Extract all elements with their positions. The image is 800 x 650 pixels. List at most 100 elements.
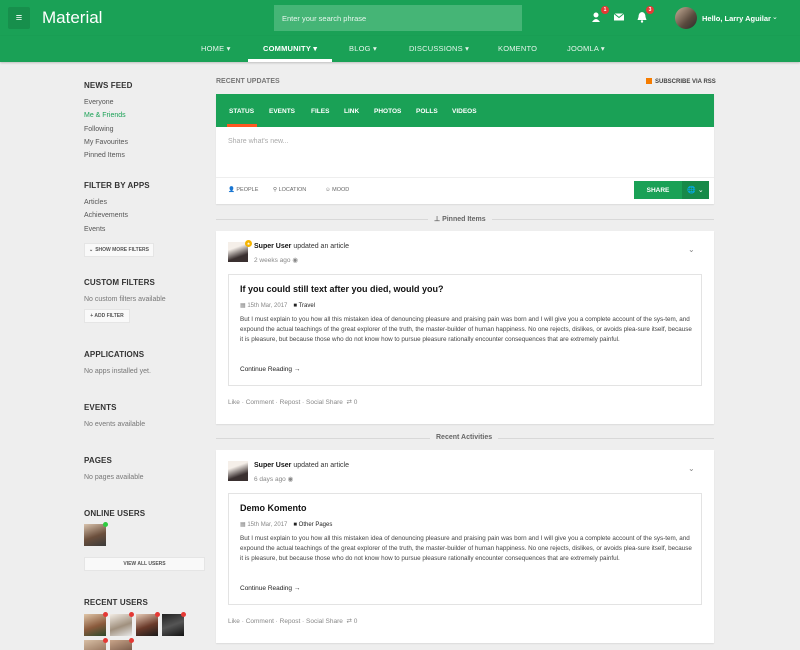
nav-community[interactable]: COMMUNITY ▾	[263, 44, 317, 53]
recent-user-avatar[interactable]	[84, 614, 106, 636]
person-icon: 👤	[228, 187, 235, 193]
messages-icon[interactable]	[613, 11, 625, 23]
status-dot	[103, 638, 108, 643]
custom-filters-heading: CUSTOM FILTERS	[84, 278, 155, 287]
nav-home[interactable]: HOME ▾	[201, 44, 231, 53]
mood-option[interactable]: ☺ MOOD	[325, 187, 349, 193]
news-feed-heading: NEWS FEED	[84, 81, 133, 90]
applications-heading: APPLICATIONS	[84, 350, 145, 359]
author-name[interactable]: Super User	[254, 243, 291, 250]
search-input[interactable]: Enter your search phrase	[274, 5, 522, 31]
custom-filters-empty: No custom filters available	[84, 296, 166, 303]
tab-photos[interactable]: PHOTOS	[374, 108, 401, 115]
chevron-down-icon[interactable]: ⌄	[688, 464, 695, 473]
nav-komento[interactable]: KOMENTO	[498, 44, 537, 53]
events-heading: EVENTS	[84, 403, 117, 412]
globe-icon: ◉	[292, 257, 298, 264]
status-dot	[103, 612, 108, 617]
nav-discussions[interactable]: DISCUSSIONS ▾	[409, 44, 469, 53]
show-more-filters-button[interactable]: ⌄ SHOW MORE FILTERS	[84, 243, 154, 257]
filter-achievements[interactable]: Achievements	[84, 212, 128, 219]
tab-videos[interactable]: VIDEOS	[452, 108, 477, 115]
continue-reading-link[interactable]: Continue Reading →	[240, 585, 300, 592]
article-title[interactable]: If you could still text after you died, …	[240, 284, 444, 294]
user-avatar[interactable]	[675, 7, 697, 29]
folder-icon: ■	[293, 303, 297, 309]
pages-empty: No pages available	[84, 474, 144, 481]
globe-icon: ◉	[287, 476, 294, 483]
feed-me-friends[interactable]: Me & Friends	[84, 112, 126, 119]
site-brand[interactable]: Material	[42, 8, 102, 28]
star-icon: ★	[245, 240, 252, 247]
article-category[interactable]: Other Pages	[299, 522, 333, 528]
smile-icon: ☺	[325, 187, 331, 193]
feed-favourites[interactable]: My Favourites	[84, 139, 128, 146]
recent-user-avatar[interactable]	[162, 614, 184, 636]
article-category[interactable]: Travel	[299, 303, 315, 309]
tab-files[interactable]: FILES	[311, 108, 329, 115]
repost-icon: ⇄	[346, 399, 352, 406]
notifications-icon[interactable]: 3	[636, 6, 654, 23]
subscribe-rss-link[interactable]: SUBSCRIBE VIA RSS	[646, 78, 716, 85]
pin-icon: ⊥	[434, 216, 441, 223]
stream-header: Super User updated an article	[254, 462, 349, 469]
article-title[interactable]: Demo Komento	[240, 503, 307, 513]
continue-reading-link[interactable]: Continue Reading →	[240, 366, 300, 373]
calendar-icon: ▦	[240, 303, 246, 309]
nav-blog[interactable]: BLOG ▾	[349, 44, 377, 53]
globe-icon: 🌐	[687, 187, 696, 194]
calendar-icon: ▦	[240, 522, 246, 528]
article-meta: ▦ 15th Mar, 2017 ■ Other Pages	[240, 522, 333, 528]
privacy-button[interactable]: 🌐 ⌄	[682, 181, 709, 199]
people-option[interactable]: 👤 PEOPLE	[228, 187, 258, 193]
applications-empty: No apps installed yet.	[84, 368, 151, 375]
online-users-heading: ONLINE USERS	[84, 509, 146, 518]
online-status-dot	[103, 522, 108, 527]
status-dot	[129, 638, 134, 643]
tab-events[interactable]: EVENTS	[269, 108, 295, 115]
stream-item: ★ Super User updated an article 2 weeks …	[216, 231, 714, 424]
top-bar: ≡ Material Enter your search phrase 1 3 …	[0, 0, 800, 36]
view-all-users-button[interactable]: VIEW ALL USERS	[84, 557, 205, 571]
article-body: But I must explain to you how all this m…	[240, 535, 692, 562]
chevron-down-icon: ⌄	[89, 247, 94, 253]
article-preview: Demo Komento ▦ 15th Mar, 2017 ■ Other Pag…	[228, 493, 702, 605]
recent-user-avatar[interactable]	[110, 614, 132, 636]
map-pin-icon: ⚲	[273, 187, 278, 193]
stream-actions[interactable]: Like · Comment · Repost · Social Share ⇄…	[228, 398, 357, 406]
recent-user-avatar[interactable]	[136, 614, 158, 636]
nav-joomla[interactable]: JOOMLA ▾	[567, 44, 605, 53]
friend-requests-icon[interactable]: 1	[591, 6, 609, 23]
location-option[interactable]: ⚲ LOCATION	[273, 187, 306, 193]
recent-users-heading: RECENT USERS	[84, 598, 148, 607]
status-dot	[181, 612, 186, 617]
recent-activities-label: Recent Activities	[430, 434, 499, 441]
pinned-items-label: ⊥ Pinned Items	[428, 215, 492, 223]
filter-apps-heading: FILTER BY APPS	[84, 181, 150, 190]
main-nav: HOME ▾ COMMUNITY ▾ BLOG ▾ DISCUSSIONS ▾ …	[0, 36, 800, 62]
feed-everyone[interactable]: Everyone	[84, 99, 114, 106]
filter-articles[interactable]: Articles	[84, 199, 107, 206]
events-empty: No events available	[84, 421, 146, 428]
feed-following[interactable]: Following	[84, 126, 114, 133]
tab-polls[interactable]: POLLS	[416, 108, 438, 115]
feed-pinned[interactable]: Pinned Items	[84, 152, 125, 159]
tab-link[interactable]: LINK	[344, 108, 359, 115]
stream-time: 6 days ago ◉	[254, 476, 294, 483]
share-button[interactable]: SHARE	[634, 181, 682, 199]
menu-button[interactable]: ≡	[8, 7, 30, 29]
stream-actions[interactable]: Like · Comment · Repost · Social Share ⇄…	[228, 617, 357, 625]
status-input[interactable]: Share what's new...	[228, 138, 288, 145]
tab-status[interactable]: STATUS	[229, 108, 254, 115]
author-name[interactable]: Super User	[254, 462, 291, 469]
status-dot	[155, 612, 160, 617]
user-greeting[interactable]: Hello, Larry Aguilar	[702, 14, 771, 23]
nav-active-indicator	[248, 59, 332, 62]
author-avatar[interactable]	[228, 461, 248, 481]
online-user-avatar[interactable]	[84, 524, 106, 546]
filter-events[interactable]: Events	[84, 226, 105, 233]
chevron-down-icon[interactable]: ⌄	[772, 13, 778, 21]
chevron-down-icon[interactable]: ⌄	[688, 245, 695, 254]
add-filter-button[interactable]: + ADD FILTER	[84, 309, 130, 323]
stream-time: 2 weeks ago ◉	[254, 257, 298, 264]
